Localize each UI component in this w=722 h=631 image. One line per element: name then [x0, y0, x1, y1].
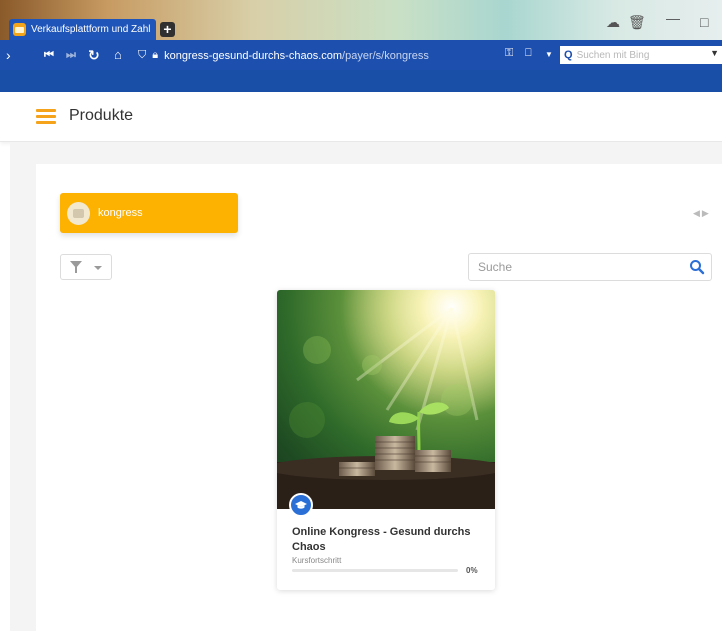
lock-icon: 🔒︎	[152, 49, 159, 61]
folder-icon	[13, 23, 26, 36]
maximize-icon[interactable]: □	[700, 14, 708, 30]
pager-arrows-icon[interactable]: ◀▶	[693, 208, 711, 219]
browser-nav-bar: › ⏮ ⏭ ↻ ⌂ ⛉ 🔒︎ kongress-gesund-durchs-ch…	[0, 40, 722, 70]
page-title: Produkte	[69, 107, 134, 124]
search-icon: Q	[564, 49, 573, 61]
url-host: kongress-gesund-durchs-chaos.com	[164, 49, 343, 62]
progress-bar	[292, 569, 458, 572]
category-chip-kongress[interactable]: kongress	[60, 193, 238, 233]
filter-icon	[70, 261, 82, 273]
browser-tab[interactable]: Verkaufsplattform und Zahl	[9, 19, 156, 40]
browser-tab-title: Verkaufsplattform und Zahl	[31, 24, 151, 35]
skip-back-icon[interactable]: ⏮	[44, 46, 54, 64]
search-icon[interactable]	[689, 259, 705, 275]
skip-forward-icon[interactable]: ⏭	[66, 46, 76, 64]
category-image-icon	[67, 201, 90, 225]
trash-icon[interactable]: 🗑	[628, 14, 646, 31]
minimize-icon[interactable]: —	[666, 10, 680, 26]
browser-tab-bar: Verkaufsplattform und Zahl + ☁ 🗑 — □	[0, 0, 722, 40]
chevron-right-icon[interactable]: ›	[6, 46, 11, 64]
search-input[interactable]	[469, 254, 679, 280]
chevron-down-icon[interactable]: ▼	[545, 50, 553, 59]
filter-dropdown[interactable]	[60, 254, 112, 280]
menu-icon[interactable]	[36, 109, 56, 124]
new-tab-icon[interactable]: +	[160, 22, 175, 37]
caret-down-icon	[94, 266, 102, 270]
graduation-cap-icon	[289, 493, 313, 517]
cloud-icon[interactable]: ☁	[606, 14, 620, 31]
browser-search-placeholder: Suchen mit Bing	[576, 49, 650, 61]
product-search	[468, 253, 712, 281]
address-bar[interactable]: ⛉ 🔒︎ kongress-gesund-durchs-chaos.com /p…	[138, 47, 556, 64]
product-title: Online Kongress - Gesund durchs Chaos	[292, 526, 471, 553]
chevron-down-icon[interactable]: ▼	[710, 48, 719, 58]
top-bar	[0, 70, 722, 92]
reload-icon[interactable]: ↻	[88, 46, 100, 64]
bookmark-icon[interactable]: ⎕	[525, 47, 532, 60]
seedling-coins-illustration	[277, 290, 495, 509]
progress-label: Kursfortschritt	[292, 556, 342, 565]
app-header: Produkte	[0, 92, 722, 142]
home-icon[interactable]: ⌂	[114, 46, 122, 64]
progress-percent: 0%	[466, 566, 478, 575]
url-path: /payer/s/kongress	[342, 49, 429, 62]
browser-search-box[interactable]: Q Suchen mit Bing ▼	[560, 46, 722, 64]
product-image	[277, 290, 495, 509]
product-card[interactable]: Online Kongress - Gesund durchs Chaos Ku…	[277, 290, 495, 590]
category-chip-label: kongress	[98, 207, 143, 219]
shield-icon: ⛉	[138, 49, 147, 61]
key-icon[interactable]: ⚿	[505, 47, 513, 60]
